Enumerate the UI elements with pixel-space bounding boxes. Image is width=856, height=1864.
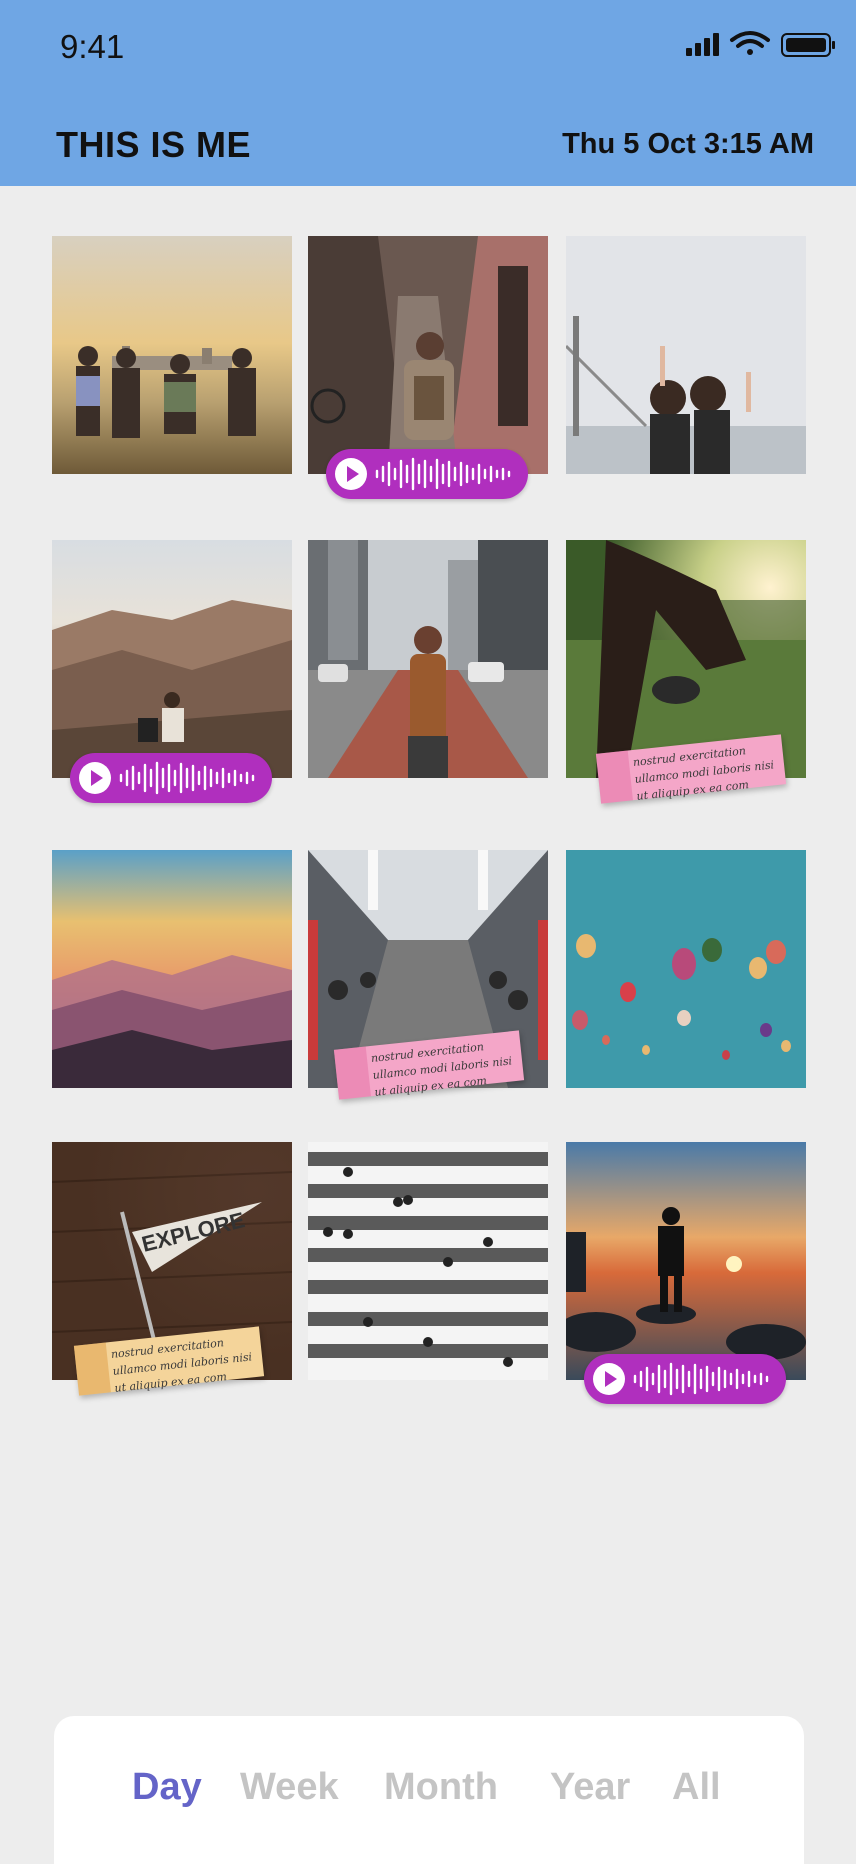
tab-all[interactable]: All: [672, 1766, 721, 1809]
photo-friends-field[interactable]: [52, 236, 292, 474]
waveform-icon: [119, 761, 255, 795]
note-text: nostrud exercitation ullamco modi labori…: [370, 1040, 513, 1099]
voice-note-2[interactable]: [70, 753, 272, 803]
photo-crosswalk[interactable]: [308, 1142, 548, 1380]
photo-bridge-friends[interactable]: [566, 236, 806, 474]
time-filter-tabbar: Day Week Month Year All: [54, 1716, 804, 1864]
play-icon[interactable]: [593, 1363, 625, 1395]
note-text: nostrud exercitation ullamco modi labori…: [632, 744, 775, 803]
waveform-icon: [633, 1362, 769, 1396]
photo-city-bike-lane[interactable]: [308, 540, 548, 778]
voice-note-1[interactable]: [326, 449, 528, 499]
note-text: nostrud exercitation ullamco modi labori…: [110, 1336, 253, 1395]
photo-alley-backpacker[interactable]: [308, 236, 548, 474]
waveform-icon: [375, 457, 511, 491]
play-icon[interactable]: [79, 762, 111, 794]
photo-grid: EXPLORE nostrud exercitation ullamco mod…: [0, 0, 856, 1864]
tab-day[interactable]: Day: [132, 1766, 202, 1809]
tab-week[interactable]: Week: [240, 1766, 339, 1809]
photo-sunset-rocks[interactable]: [566, 1142, 806, 1380]
voice-note-3[interactable]: [584, 1354, 786, 1404]
photo-canyon-dog[interactable]: [52, 540, 292, 778]
tab-month[interactable]: Month: [384, 1766, 498, 1809]
photo-hot-air-balloons[interactable]: [566, 850, 806, 1088]
photo-mountains-sunset[interactable]: [52, 850, 292, 1088]
tab-year[interactable]: Year: [550, 1766, 630, 1809]
play-icon[interactable]: [335, 458, 367, 490]
